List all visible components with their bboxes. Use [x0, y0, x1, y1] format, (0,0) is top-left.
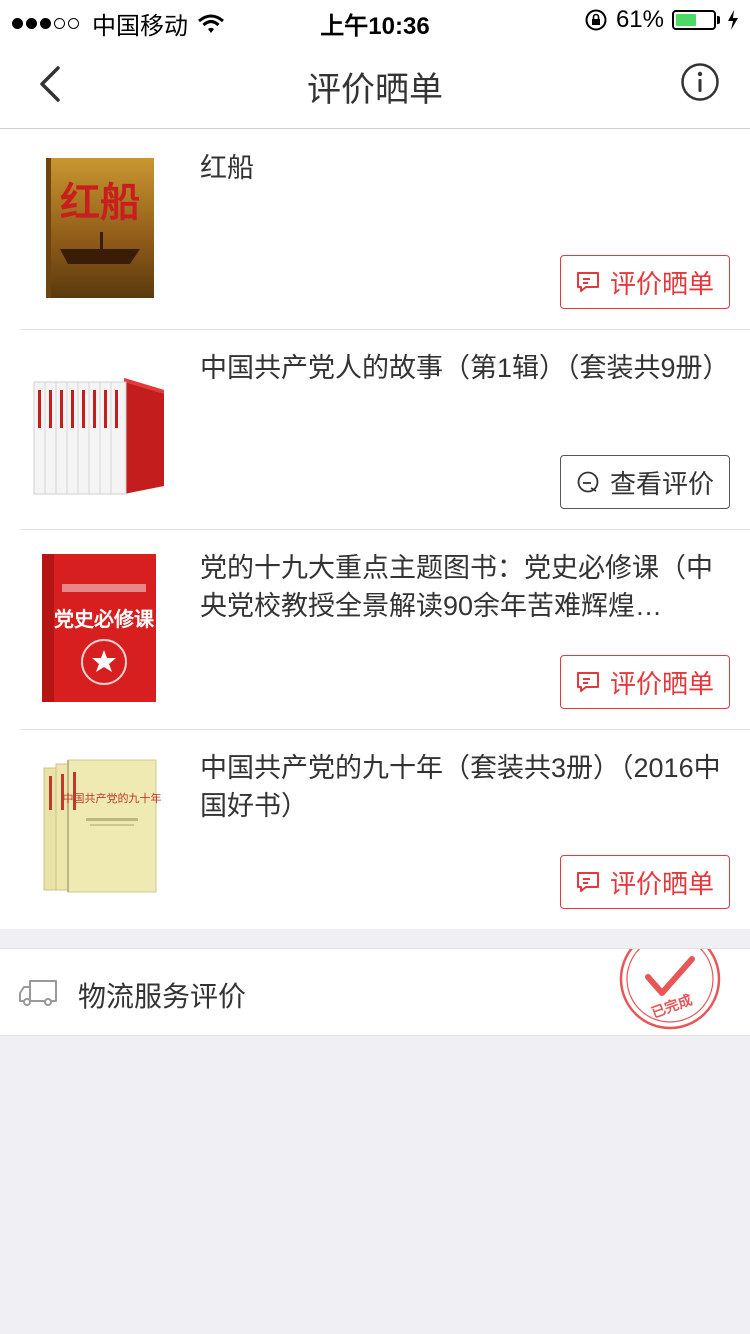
- list-item: 党史必修课 党的十九大重点主题图书：党史必修课（中央党校教授全景解读90余年苦难…: [0, 529, 750, 729]
- book-title[interactable]: 中国共产党的九十年（套装共3册）（2016中国好书）: [200, 749, 726, 825]
- view-review-button[interactable]: 查看评价: [560, 455, 730, 509]
- list-item: 红船 红船 评价晒单: [0, 129, 750, 329]
- comment-icon: [576, 272, 599, 292]
- truck-icon: [19, 980, 57, 1006]
- book-title[interactable]: 红船: [200, 149, 726, 187]
- orientation-lock-icon: [585, 9, 607, 31]
- status-bar: 中国移动 上午10:36 61%: [0, 0, 750, 40]
- review-button-label: 评价晒单: [609, 668, 714, 699]
- page-title: 评价晒单: [307, 71, 443, 109]
- comment-icon: [576, 672, 599, 692]
- review-button[interactable]: 评价晒单: [560, 255, 730, 309]
- review-button-label: 评价晒单: [609, 868, 714, 899]
- order-item-list: 红船 红船 评价晒单 中国共产党人的故事（第1辑）（套装共9册） 查看评价 党史…: [0, 129, 750, 929]
- book-title[interactable]: 中国共产党人的故事（第1辑）（套装共9册）: [200, 349, 726, 387]
- book-title[interactable]: 党的十九大重点主题图书：党史必修课（中央党校教授全景解读90余年苦难辉煌…: [200, 549, 726, 625]
- view-comment-icon: [577, 471, 599, 493]
- cover-title: 红船: [60, 180, 140, 225]
- info-button[interactable]: [680, 62, 720, 102]
- cover-title: 党史必修课: [54, 607, 155, 631]
- book-cover[interactable]: 红船: [30, 154, 170, 304]
- book-cover[interactable]: 中国共产党的九十年: [30, 754, 170, 904]
- battery-cap: [717, 16, 720, 24]
- review-button-label: 评价晒单: [609, 268, 714, 299]
- stamp-text: 已完成: [649, 991, 694, 1020]
- list-item: 中国共产党人的故事（第1辑）（套装共9册） 查看评价: [0, 329, 750, 529]
- nav-bar: 评价晒单: [0, 40, 750, 129]
- charging-icon: [728, 10, 738, 30]
- book-cover[interactable]: [30, 354, 170, 504]
- book-cover[interactable]: 党史必修课: [30, 554, 170, 704]
- status-right: 61%: [584, 6, 740, 34]
- view-review-button-label: 查看评价: [609, 468, 714, 499]
- completed-stamp: 已完成: [619, 949, 721, 1030]
- list-item: 中国共产党的九十年 中国共产党的九十年（套装共3册）（2016中国好书） 评价晒…: [0, 729, 750, 929]
- logistics-review-row[interactable]: 物流服务评价 已完成: [0, 948, 750, 1036]
- comment-icon: [576, 872, 599, 892]
- battery-icon: [672, 10, 716, 30]
- battery-percent: 61%: [615, 6, 664, 33]
- review-button[interactable]: 评价晒单: [560, 855, 730, 909]
- cover-title: 中国共产党的九十年: [63, 791, 162, 805]
- battery-level: [676, 14, 697, 26]
- logistics-review-label: 物流服务评价: [78, 981, 247, 1012]
- review-button[interactable]: 评价晒单: [560, 655, 730, 709]
